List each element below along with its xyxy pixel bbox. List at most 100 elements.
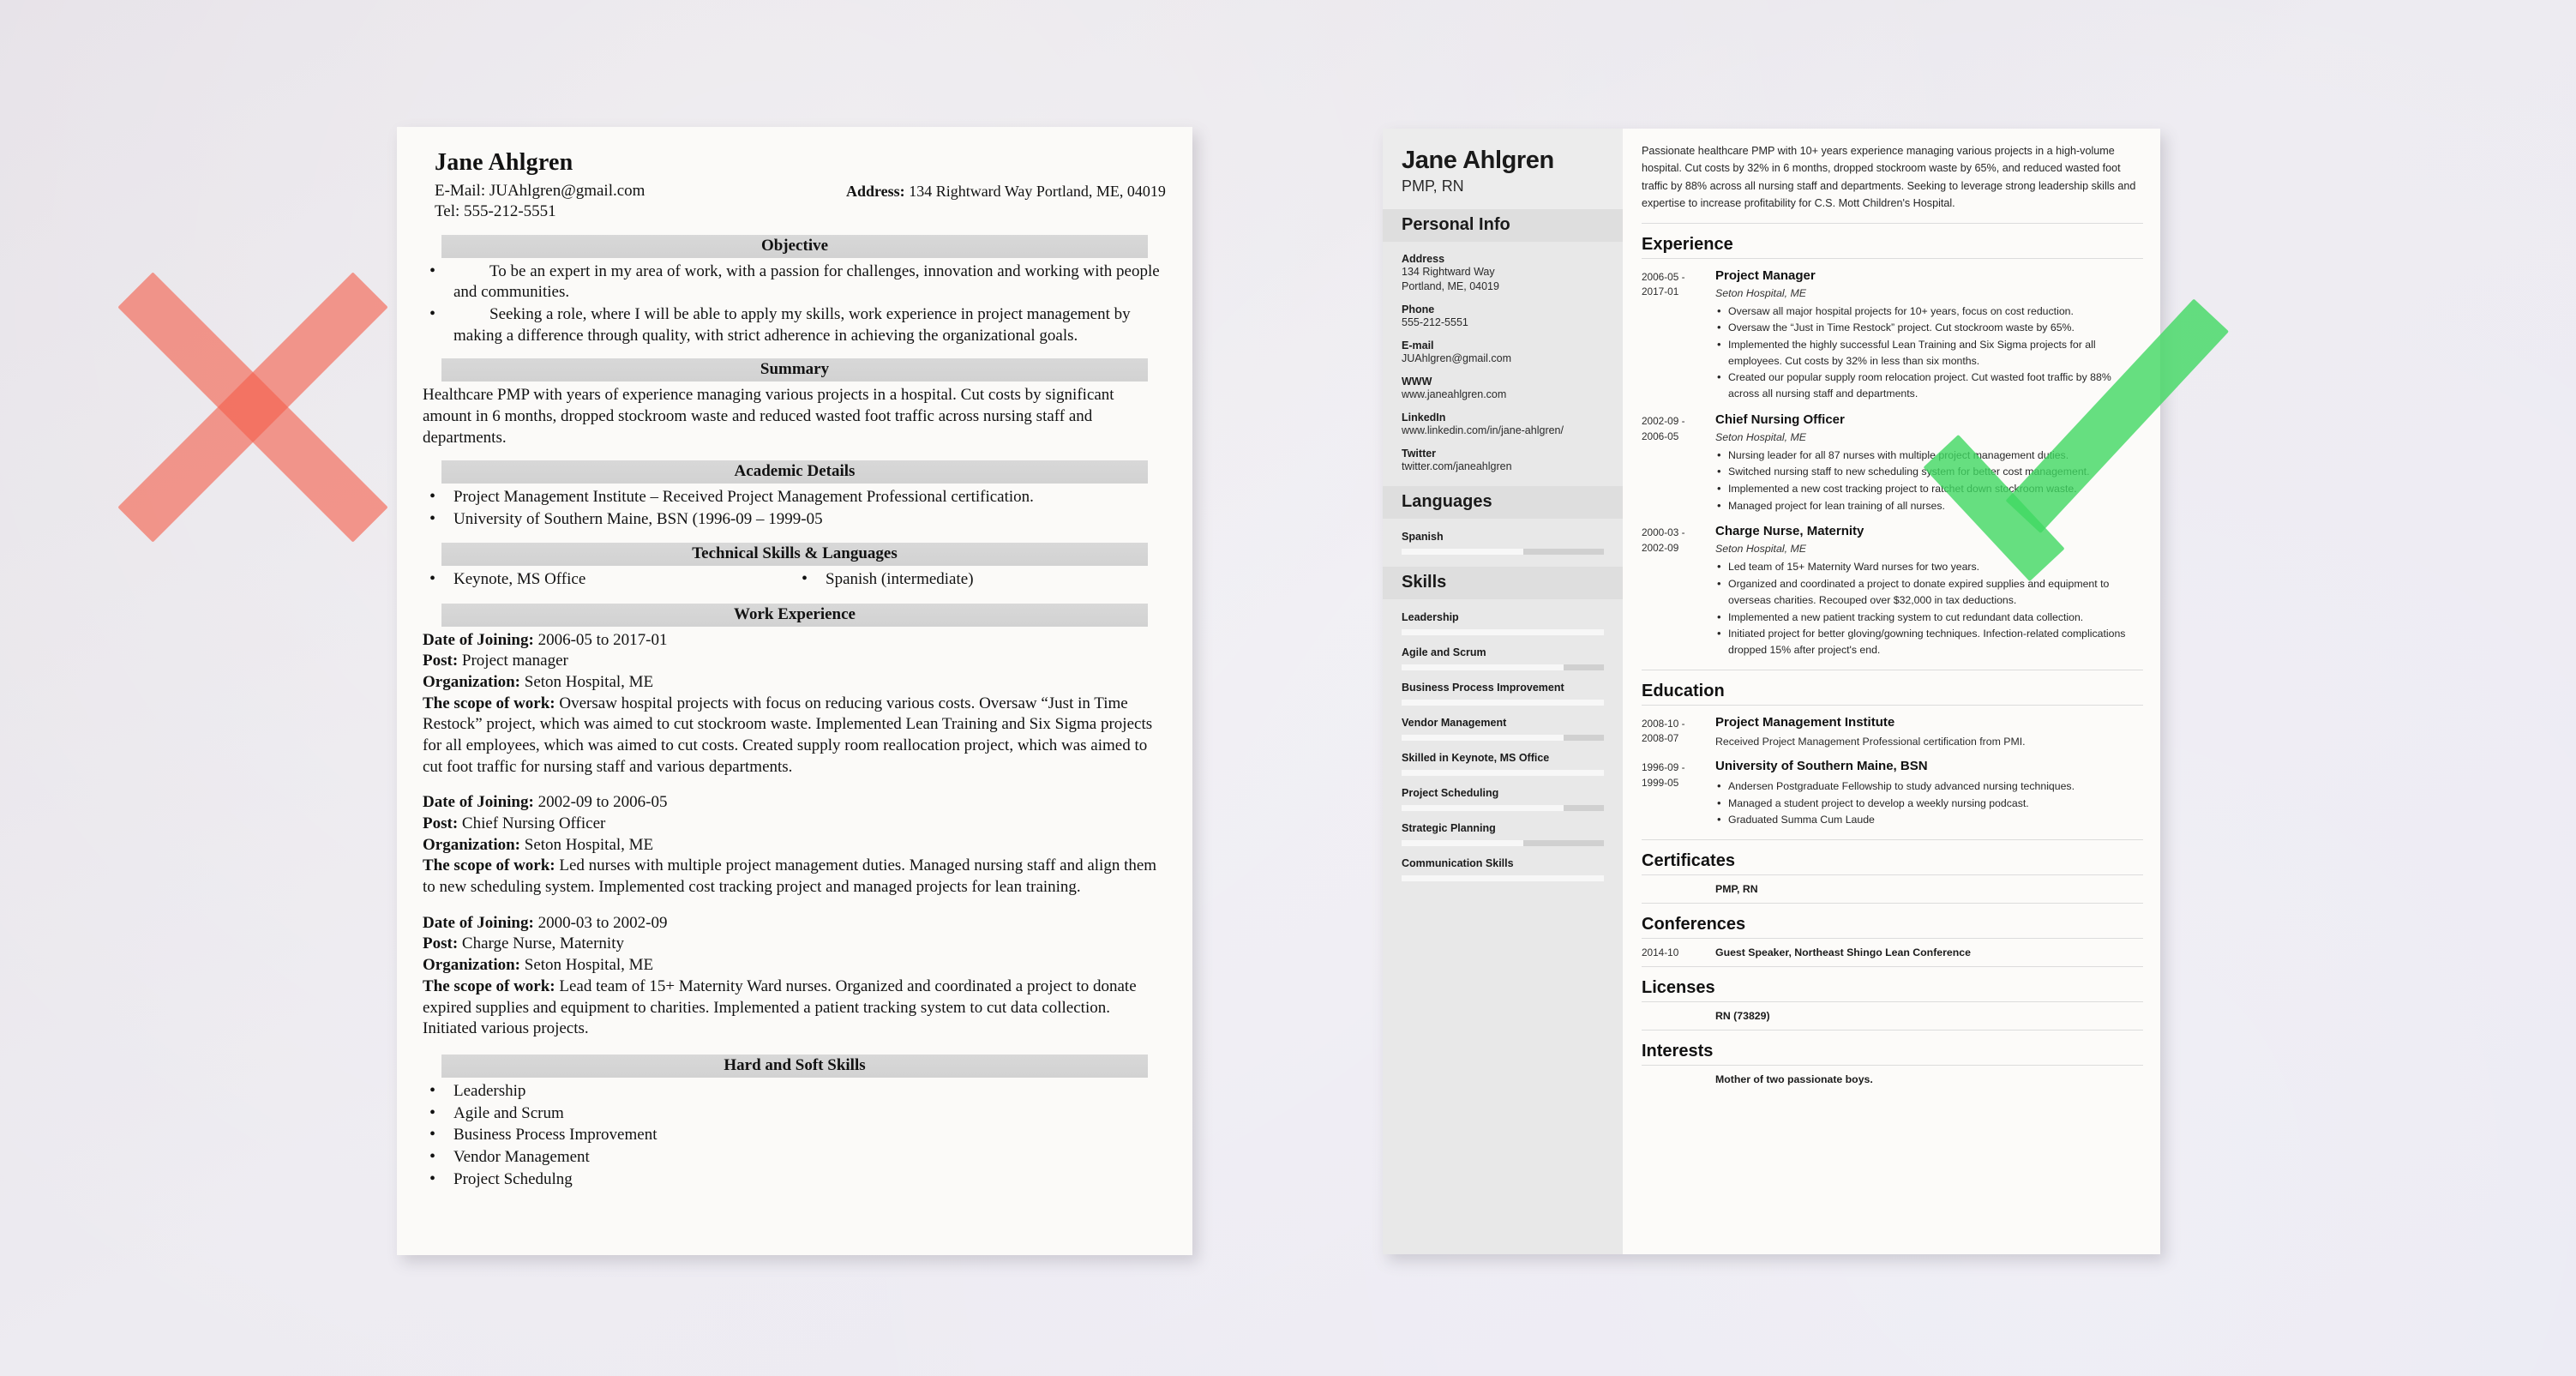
personal-info-value: 134 Rightward Way Portland, ME, 04019 bbox=[1402, 266, 1499, 293]
entry-title: Project Management Institute bbox=[1715, 714, 1895, 730]
row-dates: 2014-10 bbox=[1642, 946, 1679, 959]
list-item: University of Southern Maine, BSN (1996-… bbox=[423, 508, 1167, 531]
experience-entry: 2006-05 - 2017-01 Project Manager Seton … bbox=[1642, 268, 2143, 403]
skill-level-fill bbox=[1402, 839, 1523, 846]
personal-info-label: LinkedIn bbox=[1402, 411, 1446, 424]
section-heading-education: Education bbox=[1642, 681, 1725, 700]
section-heading-certificates: Certificates bbox=[1642, 851, 1735, 871]
entry-dates: 2000-03 - 2002-09 bbox=[1642, 526, 1685, 555]
bad-resume-contact-row: E-Mail: JUAhlgren@gmail.com Tel: 555-212… bbox=[435, 181, 1167, 223]
skill-row: Leadership bbox=[1402, 611, 1604, 635]
skill-name: Business Process Improvement bbox=[1402, 681, 1564, 694]
experience-entry: 2000-03 - 2002-09 Charge Nurse, Maternit… bbox=[1642, 524, 2143, 658]
divider bbox=[1642, 1065, 2143, 1067]
entry-title: University of Southern Maine, BSN bbox=[1715, 759, 1928, 773]
list-item: Organized and coordinated a project to d… bbox=[1715, 575, 2143, 608]
entry-dates: 2002-09 - 2006-05 bbox=[1642, 414, 1685, 442]
divider bbox=[1642, 938, 2143, 940]
good-resume-sidebar: Jane Ahlgren PMP, RN Personal Info Addre… bbox=[1383, 129, 1623, 1254]
skill-level-track bbox=[1402, 874, 1604, 881]
section-heading-conferences: Conferences bbox=[1642, 915, 1746, 934]
conferences-row: 2014-10 Guest Speaker, Northeast Shingo … bbox=[1642, 946, 2143, 958]
entry-title: Chief Nursing Officer bbox=[1715, 412, 1845, 427]
bad-resume-address-value: 134 Rightward Way Portland, ME, 04019 bbox=[909, 183, 1166, 200]
entry-subtitle: Received Project Management Professional… bbox=[1715, 735, 2026, 748]
entry-dates: 2006-05 - 2017-01 bbox=[1642, 270, 1685, 298]
bad-resume-contact-left: E-Mail: JUAhlgren@gmail.com Tel: 555-212… bbox=[435, 181, 846, 223]
skill-row: Business Process Improvement bbox=[1402, 682, 1604, 706]
entry-organization: Seton Hospital, ME bbox=[1715, 286, 1807, 299]
section-heading-experience: Experience bbox=[1642, 234, 1733, 254]
divider bbox=[1642, 903, 2143, 904]
skill-name: Vendor Management bbox=[1402, 716, 1507, 729]
list-item: Business Process Improvement bbox=[423, 1123, 1167, 1146]
skill-row: Vendor Management bbox=[1402, 717, 1604, 741]
personal-info-label: WWW bbox=[1402, 375, 1432, 388]
bad-objective-list: To be an expert in my area of work, with… bbox=[423, 260, 1167, 347]
personal-info-label: Address bbox=[1402, 253, 1445, 266]
bad-work-entry: Date of Joining: 2000-03 to 2002-09 Post… bbox=[423, 913, 1137, 1038]
personal-info-body: Address 134 Rightward Way Portland, ME, … bbox=[1383, 242, 1623, 485]
row-text: Mother of two passionate boys. bbox=[1715, 1073, 1873, 1086]
list-item: Switched nursing staff to new scheduling… bbox=[1715, 463, 2143, 480]
personal-info-value: 555-212-5551 bbox=[1402, 316, 1468, 329]
divider bbox=[1642, 1001, 2143, 1003]
list-item: Seeking a role, where I will be able to … bbox=[423, 303, 1167, 346]
divider bbox=[1642, 874, 2143, 876]
entry-dates: 2008-10 - 2008-07 bbox=[1642, 717, 1685, 745]
personal-info-value: www.janeahlgren.com bbox=[1402, 388, 1507, 400]
divider bbox=[1642, 222, 2143, 224]
list-item: Implemented the highly successful Lean T… bbox=[1715, 336, 2143, 369]
row-dates bbox=[1642, 1073, 1715, 1085]
section-heading-licenses: Licenses bbox=[1642, 978, 1715, 998]
entry-title: Charge Nurse, Maternity bbox=[1715, 524, 1864, 539]
divider bbox=[1642, 839, 2143, 841]
bad-resume-tel: Tel: 555-212-5551 bbox=[435, 202, 556, 221]
entry-title: Project Manager bbox=[1715, 267, 1816, 283]
bad-academic-list: Project Management Institute – Received … bbox=[423, 485, 1167, 531]
list-item: Oversaw all major hospital projects for … bbox=[1715, 303, 2143, 320]
skill-level-fill bbox=[1402, 804, 1564, 811]
good-resume-main-column: Passionate healthcare PMP with 10+ years… bbox=[1623, 129, 2160, 1254]
skill-level-fill bbox=[1402, 699, 1604, 706]
skill-level-track bbox=[1402, 628, 1604, 635]
bad-resume-document: Jane Ahlgren E-Mail: JUAhlgren@gmail.com… bbox=[397, 127, 1192, 1255]
list-item: Oversaw the “Just in Time Restock” proje… bbox=[1715, 319, 2143, 336]
personal-info-label: Twitter bbox=[1402, 447, 1437, 460]
entry-bullets: Led team of 15+ Maternity Ward nurses fo… bbox=[1715, 558, 2143, 658]
section-heading-interests: Interests bbox=[1642, 1042, 1714, 1061]
good-resume-summary: Passionate healthcare PMP with 10+ years… bbox=[1642, 145, 2136, 210]
skill-row: Skilled in Keynote, MS Office bbox=[1402, 752, 1604, 776]
language-name: Spanish bbox=[1402, 530, 1444, 543]
x-stroke-2 bbox=[117, 272, 388, 543]
sidebar-heading-skills: Skills bbox=[1383, 566, 1623, 599]
skill-name: Communication Skills bbox=[1402, 856, 1514, 869]
list-item: Managed a student project to develop a w… bbox=[1715, 795, 2143, 812]
divider bbox=[1642, 966, 2143, 968]
languages-body: Spanish bbox=[1383, 519, 1623, 567]
skill-level-track bbox=[1402, 699, 1604, 706]
skill-level-fill bbox=[1402, 769, 1604, 776]
list-item: Vendor Management bbox=[423, 1145, 1167, 1169]
bad-resume-address-label: Address: bbox=[846, 183, 905, 200]
entry-bullets: Andersen Postgraduate Fellowship to stud… bbox=[1715, 778, 2143, 828]
education-entry: 1996-09 - 1999-05 University of Southern… bbox=[1642, 759, 2143, 829]
good-resume-name: Jane Ahlgren bbox=[1402, 147, 1554, 174]
sidebar-heading-personal-info: Personal Info bbox=[1383, 209, 1623, 243]
skill-name: Agile and Scrum bbox=[1402, 646, 1486, 658]
interests-row: Mother of two passionate boys. bbox=[1642, 1073, 2143, 1085]
list-item: Managed project for lean training of all… bbox=[1715, 497, 2143, 514]
row-dates bbox=[1642, 1010, 1715, 1022]
certificates-row: PMP, RN bbox=[1642, 883, 2143, 895]
bad-resume-email: E-Mail: JUAhlgren@gmail.com bbox=[435, 182, 646, 200]
entry-dates: 1996-09 - 1999-05 bbox=[1642, 761, 1685, 789]
list-item: Implemented a new cost tracking project … bbox=[1715, 480, 2143, 497]
skill-level-track bbox=[1402, 804, 1604, 811]
language-level-fill bbox=[1402, 548, 1523, 555]
list-item: Led team of 15+ Maternity Ward nurses fo… bbox=[1715, 558, 2143, 575]
skill-level-fill bbox=[1402, 664, 1564, 670]
personal-info-value: twitter.com/janeahlgren bbox=[1402, 460, 1512, 472]
entry-bullets: Nursing leader for all 87 nurses with mu… bbox=[1715, 447, 2143, 514]
list-item: Project Schedulng bbox=[423, 1168, 1167, 1191]
bad-resume-name: Jane Ahlgren bbox=[435, 149, 573, 176]
